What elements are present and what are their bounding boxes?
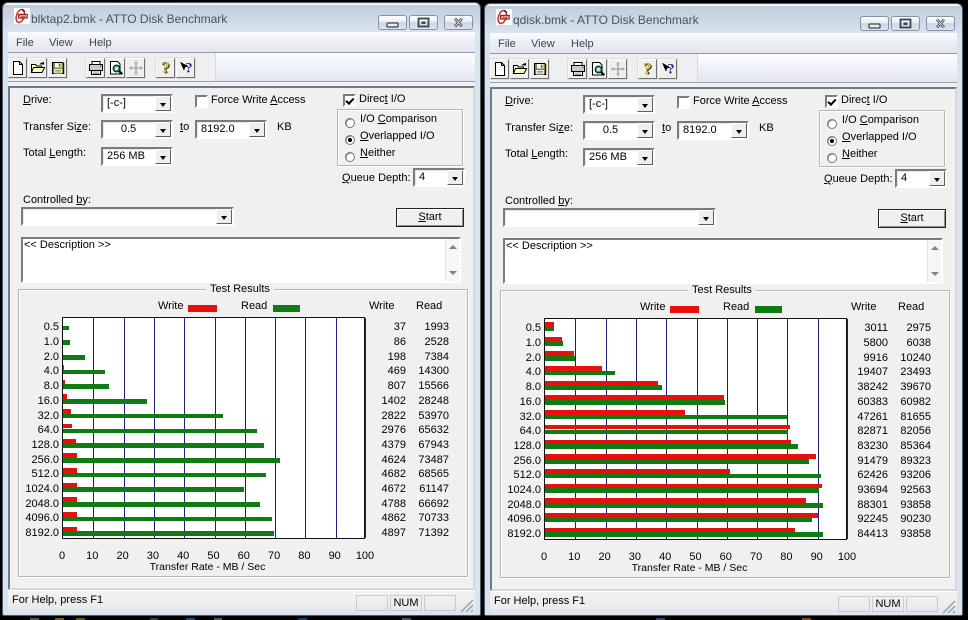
svg-text:ATTO: ATTO — [501, 16, 510, 20]
svg-text:ATTO: ATTO — [19, 15, 28, 19]
